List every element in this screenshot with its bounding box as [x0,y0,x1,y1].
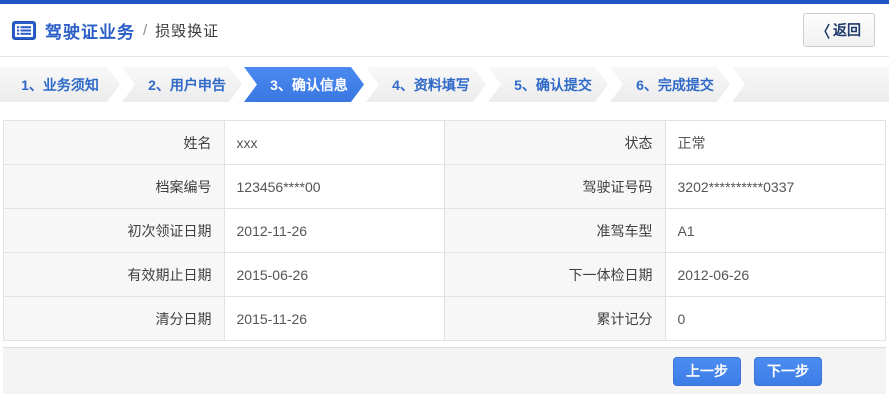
field-value: 123456****00 [223,164,445,209]
field-label: 下一体检日期 [444,252,666,297]
wizard-step-5[interactable]: 5、确认提交 [488,67,608,102]
wizard-step-2[interactable]: 2、用户申告 [122,67,242,102]
page-title: 驾驶证业务 [45,22,135,42]
license-list-icon [12,20,36,40]
wizard-step-3[interactable]: 3、确认信息 [244,67,364,102]
table-row: 有效期止日期 2015-06-26 下一体检日期 2012-06-26 [3,252,886,297]
table-row: 姓名 xxx 状态 正常 [3,120,886,165]
field-label: 清分日期 [3,296,225,341]
field-value: A1 [664,208,886,253]
field-value: 2012-11-26 [223,208,445,253]
step-wizard: 1、业务须知 2、用户申告 3、确认信息 4、资料填写 5、确认提交 6、完成提交 [0,67,889,102]
field-value: 2015-06-26 [223,252,445,297]
field-label: 驾驶证号码 [444,164,666,209]
wizard-step-4[interactable]: 4、资料填写 [366,67,486,102]
field-label: 累计记分 [444,296,666,341]
field-label: 姓名 [3,120,225,165]
field-value: 3202**********0337 [664,164,886,209]
license-info-table: 姓名 xxx 状态 正常 档案编号 123456****00 驾驶证号码 3202******… [3,120,886,341]
wizard-step-6[interactable]: 6、完成提交 [610,67,730,102]
breadcrumb-current: 损毁换证 [155,22,220,40]
next-step-button[interactable]: 下一步 [754,356,822,386]
breadcrumb: 驾驶证业务 / 损毁换证 [12,18,219,43]
wizard-filler [732,67,889,102]
field-value: 2015-11-26 [223,296,445,341]
field-label: 有效期止日期 [3,252,225,297]
breadcrumb-separator: / [143,21,148,39]
footer-action-bar: 上一步 下一步 [3,347,886,394]
table-row: 清分日期 2015-11-26 累计记分 0 [3,296,886,341]
wizard-step-1[interactable]: 1、业务须知 [0,67,120,102]
table-row: 初次领证日期 2012-11-26 准驾车型 A1 [3,208,886,253]
table-row: 档案编号 123456****00 驾驶证号码 3202**********0337 [3,164,886,209]
header: 驾驶证业务 / 损毁换证 〈 返回 [0,4,889,57]
prev-step-button[interactable]: 上一步 [673,356,741,386]
back-chevron-icon: 〈 [816,22,830,41]
field-label: 准驾车型 [444,208,666,253]
back-button[interactable]: 〈 返回 [802,13,875,47]
field-value: 正常 [664,120,886,165]
back-button-label: 返回 [833,22,861,38]
field-label: 状态 [444,120,666,165]
field-label: 档案编号 [3,164,225,209]
field-value: 2012-06-26 [664,252,886,297]
field-label: 初次领证日期 [3,208,225,253]
field-value: xxx [223,120,445,165]
field-value: 0 [664,296,886,341]
